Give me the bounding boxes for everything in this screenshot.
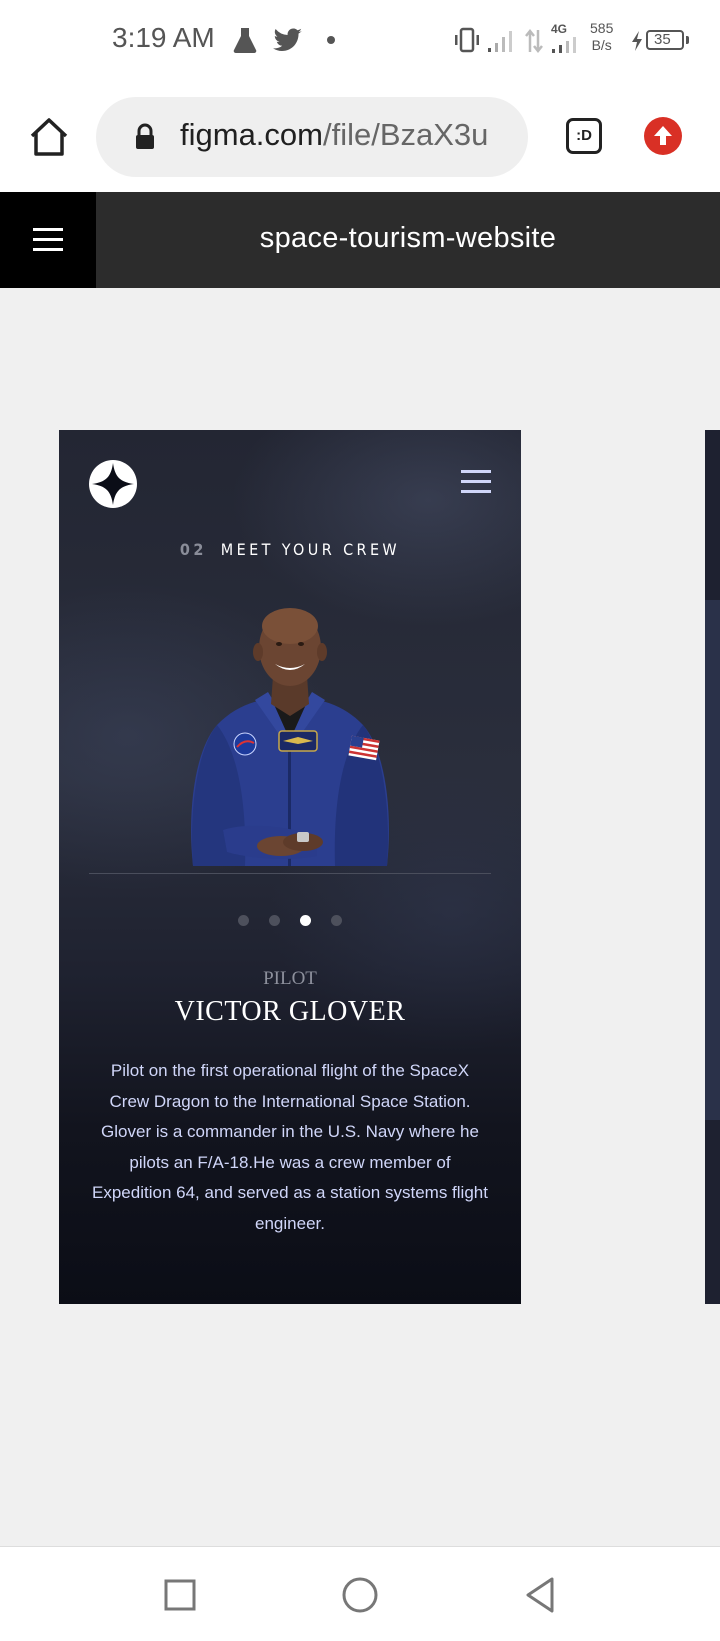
star-logo-icon[interactable] (89, 460, 137, 508)
battery-tip (686, 36, 689, 44)
crew-role: PILOT (263, 968, 317, 989)
crew-name: VICTOR GLOVER (174, 996, 406, 1027)
net-type: 4G (551, 22, 568, 36)
signal-4g-icon (552, 37, 576, 53)
data-transfer-icon (525, 28, 543, 54)
status-bar: 3:19 AM 4G 585 B/s 35 (0, 0, 720, 84)
net-speed: 585 B/s (590, 20, 614, 53)
url-host: figma.com (180, 117, 323, 152)
back-icon[interactable] (520, 1575, 560, 1615)
twitter-icon (273, 28, 302, 51)
tab-switcher-icon[interactable]: :D (566, 118, 602, 154)
section-number: 02 (179, 540, 207, 559)
tab-switcher-label: :D (576, 127, 592, 144)
carousel-dot[interactable] (269, 915, 280, 926)
menu-icon[interactable] (461, 470, 491, 496)
charging-icon (632, 31, 642, 51)
url-path: /file/BzaX3u (322, 117, 489, 152)
lock-icon (136, 123, 154, 149)
carousel-dot[interactable] (331, 915, 342, 926)
url-text: figma.com/file/BzaX3u (180, 117, 488, 153)
next-frame-peek[interactable] (705, 430, 720, 1304)
crew-portrait (191, 608, 389, 866)
recent-apps-icon[interactable] (160, 1575, 200, 1615)
vibrate-icon (455, 27, 479, 53)
carousel-dots (59, 915, 521, 926)
carousel-dot[interactable] (238, 915, 249, 926)
hamburger-menu-icon[interactable] (0, 192, 96, 288)
system-nav-bar (0, 1546, 720, 1641)
divider (89, 873, 491, 874)
home-circle-icon[interactable] (340, 1575, 380, 1615)
file-title: space-tourism-website (259, 222, 557, 254)
home-icon[interactable] (26, 114, 72, 160)
browser-toolbar: figma.com/file/BzaX3u :D (0, 84, 720, 192)
carousel-dot-active[interactable] (300, 915, 311, 926)
dot-icon (327, 36, 335, 44)
section-eyebrow: 02 MEET YOUR CREW (59, 540, 521, 559)
flask-icon (233, 28, 257, 54)
signal-icon (488, 31, 512, 52)
figma-header: space-tourism-website (0, 192, 720, 288)
update-icon[interactable] (644, 117, 682, 155)
battery-icon: 35 (646, 30, 684, 50)
arrow-up-icon (654, 126, 672, 145)
status-time: 3:19 AM (112, 22, 215, 53)
design-frame[interactable]: 02 MEET YOUR CREW PILOT VICTOR GLOVER Pi… (59, 430, 521, 1304)
battery-level: 35 (654, 31, 671, 48)
crew-bio: Pilot on the first operational flight of… (92, 1061, 488, 1233)
section-title: MEET YOUR CREW (220, 540, 401, 559)
url-bar[interactable]: figma.com/file/BzaX3u (96, 97, 528, 177)
